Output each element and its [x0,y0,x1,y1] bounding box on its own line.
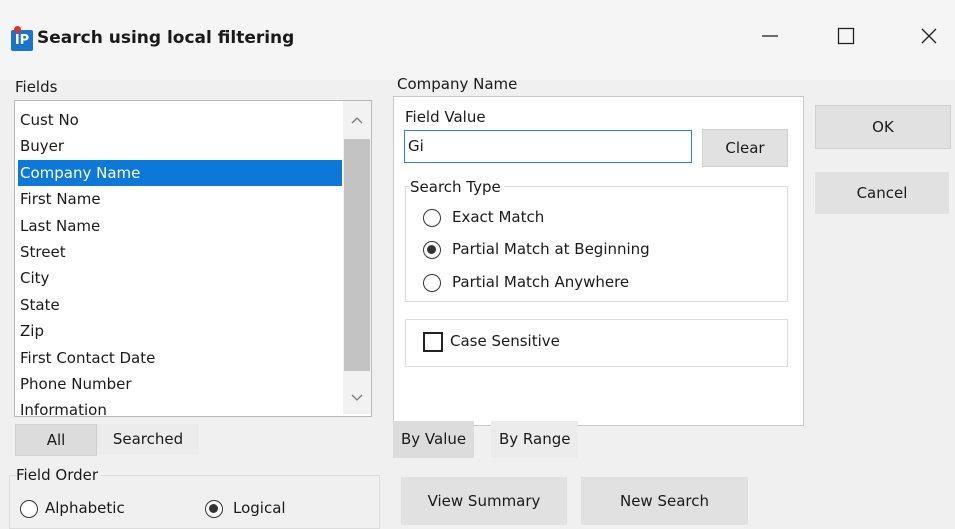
new-search-button[interactable]: New Search [581,477,748,525]
field-order-label: Field Order [16,466,102,484]
close-icon [921,28,937,44]
logical-radio[interactable] [205,500,223,518]
tab-by-value[interactable]: By Value [393,421,475,458]
title-bar: IP Search using local filtering [0,0,955,80]
scroll-thumb[interactable] [344,139,370,371]
all-button-label: All [46,431,66,449]
maximize-icon [837,27,855,45]
cancel-button[interactable]: Cancel [815,172,949,214]
all-button[interactable]: All [15,424,97,456]
partial-beginning-label[interactable]: Partial Match at Beginning [452,240,650,258]
list-item[interactable]: State [20,292,340,318]
selected-field-heading: Company Name [397,75,518,93]
list-item[interactable]: Cust No [20,107,340,133]
scroll-up-arrow-icon[interactable] [343,109,371,131]
minimize-icon [762,35,778,37]
scroll-down-arrow-icon[interactable] [343,387,371,409]
field-value-input[interactable]: Gi [404,130,692,163]
cancel-button-label: Cancel [856,184,908,202]
view-summary-label: View Summary [427,492,541,510]
clear-button[interactable]: Clear [702,129,788,167]
search-type-label: Search Type [410,178,504,196]
list-item[interactable]: Information [20,397,340,416]
list-item[interactable]: Street [20,239,340,265]
tab-by-range-label: By Range [499,430,571,448]
list-item[interactable]: Buyer [20,133,340,159]
ok-button[interactable]: OK [815,105,951,149]
alphabetic-radio[interactable] [20,500,38,518]
view-summary-button[interactable]: View Summary [401,477,567,525]
window-title: Search using local filtering [37,28,295,48]
searched-button[interactable]: Searched [97,424,199,454]
new-search-label: New Search [619,492,710,510]
list-item[interactable]: Company Name [18,159,342,186]
fields-listbox[interactable]: Cust No Buyer Company Name First Name Last N… [14,100,372,417]
case-sensitive-label[interactable]: Case Sensitive [450,332,560,350]
list-item[interactable]: City [20,265,340,291]
case-sensitive-checkbox[interactable] [423,332,443,352]
field-value-label: Field Value [405,108,486,126]
partial-anywhere-radio[interactable] [423,274,441,292]
minimize-button[interactable] [745,16,795,56]
app-logo-icon: IP [11,26,33,51]
exact-match-radio[interactable] [423,209,441,227]
alphabetic-label[interactable]: Alphabetic [45,499,125,517]
list-item[interactable]: Phone Number [20,371,340,397]
fields-label: Fields [15,78,58,96]
close-button[interactable] [904,16,954,56]
maximize-button[interactable] [821,16,871,56]
list-item[interactable]: Zip [20,318,340,344]
clear-button-label: Clear [725,139,765,157]
list-item[interactable]: First Name [20,186,340,212]
partial-anywhere-label[interactable]: Partial Match Anywhere [452,273,629,291]
searched-button-label: Searched [112,430,184,448]
exact-match-label[interactable]: Exact Match [452,208,544,226]
list-item[interactable]: First Contact Date [20,345,340,371]
tab-by-range[interactable]: By Range [491,421,579,458]
partial-beginning-radio[interactable] [423,241,441,259]
ok-button-label: OK [872,118,894,136]
logical-label[interactable]: Logical [233,499,286,517]
fields-scrollbar[interactable] [343,101,371,414]
tab-by-value-label: By Value [401,430,467,448]
list-item[interactable]: Last Name [20,213,340,239]
